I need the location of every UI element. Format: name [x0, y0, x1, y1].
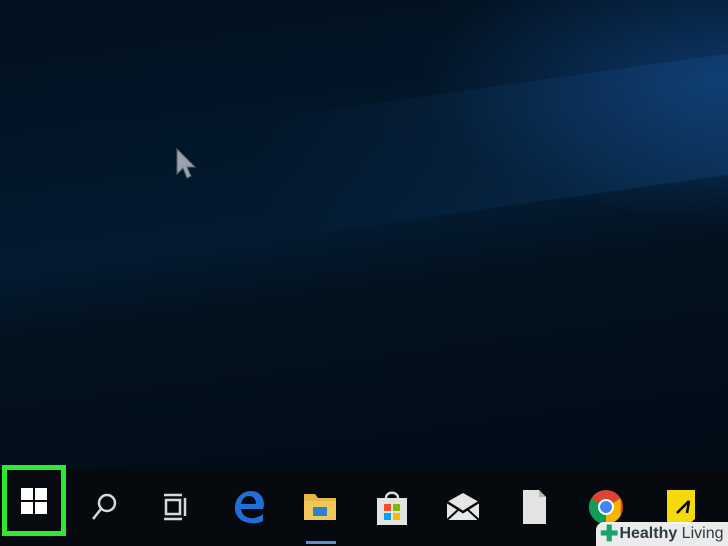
file-button[interactable]: [514, 487, 554, 527]
wallpaper-light-beam: [251, 37, 728, 240]
watermark-badge: ✚ Healthy Living: [596, 522, 728, 546]
watermark-bold-text: Healthy: [619, 525, 678, 542]
start-button[interactable]: [2, 465, 66, 536]
edge-icon: [234, 491, 264, 524]
sticky-notes-icon: [667, 490, 695, 524]
active-app-indicator: [306, 541, 336, 544]
mail-button[interactable]: [443, 487, 483, 527]
store-icon: [377, 491, 407, 525]
file-icon: [523, 490, 546, 524]
sticky-notes-button[interactable]: [660, 487, 700, 527]
plus-icon: ✚: [600, 521, 619, 546]
mouse-cursor-icon: [176, 148, 196, 179]
task-view-button[interactable]: [155, 487, 195, 527]
search-button[interactable]: [84, 487, 124, 527]
windows-logo-icon: [21, 487, 47, 514]
search-icon: [92, 493, 117, 520]
store-button[interactable]: [372, 487, 412, 527]
task-view-icon: [164, 493, 187, 521]
chrome-icon: [589, 490, 623, 524]
desktop-wallpaper: [0, 0, 728, 470]
file-explorer-button[interactable]: [300, 487, 340, 527]
mail-icon: [446, 493, 480, 521]
edge-button[interactable]: [229, 487, 269, 527]
watermark-text: Living: [677, 525, 724, 542]
file-explorer-icon: [304, 494, 336, 520]
